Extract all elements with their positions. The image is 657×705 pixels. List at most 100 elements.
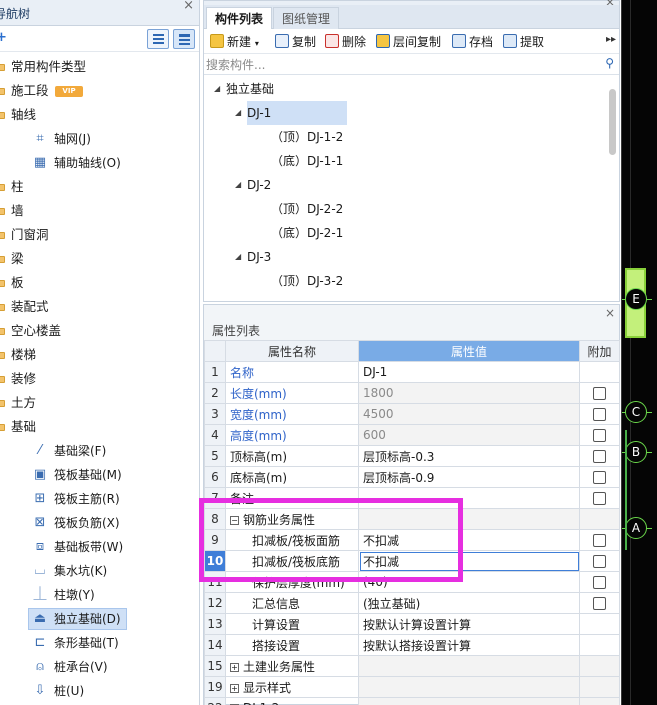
property-row[interactable]: 10 扣减板/筏板底筋 不扣减 <box>204 550 620 572</box>
property-value[interactable]: DJ-1 <box>358 361 580 383</box>
nav-item-pile[interactable]: ⇩ 桩(U) <box>0 680 199 702</box>
additional-checkbox[interactable] <box>593 534 606 547</box>
nav-category-9[interactable]: 空心楼盖 <box>0 320 199 342</box>
axis-c-label[interactable]: C <box>625 401 647 423</box>
property-value[interactable]: 层顶标高-0.3 <box>358 445 580 467</box>
property-row[interactable]: 3 宽度(mm) 4500 <box>204 403 620 425</box>
additional-checkbox[interactable] <box>593 576 606 589</box>
copy-button[interactable]: 复制 <box>275 34 316 50</box>
collapse-icon[interactable]: − <box>230 515 239 525</box>
property-row[interactable]: 2 长度(mm) 1800 <box>204 382 620 404</box>
property-value[interactable] <box>358 508 580 530</box>
nav-item-grid-axis[interactable]: ⌗ 轴网(J) <box>0 128 199 150</box>
property-row[interactable]: 13 计算设置 按默认计算设置计算 <box>204 613 620 635</box>
additional-checkbox[interactable] <box>593 429 606 442</box>
nav-item-aux-axis[interactable]: ▦ 辅助轴线(O) <box>0 152 199 174</box>
additional-checkbox[interactable] <box>593 471 606 484</box>
property-row[interactable]: 14 搭接设置 按默认搭接设置计算 <box>204 634 620 656</box>
property-row[interactable]: 6 底标高(m) 层顶标高-0.9 <box>204 466 620 488</box>
nav-item-pier[interactable]: ⏊ 柱墩(Y) <box>0 584 199 606</box>
nav-category-3[interactable]: 柱 <box>0 176 199 198</box>
property-value[interactable] <box>358 655 580 677</box>
property-row[interactable]: 9 扣减板/筏板面筋 不扣减 <box>204 529 620 551</box>
tree-node[interactable]: （顶）DJ-3-2 <box>271 269 343 293</box>
expand-icon[interactable]: + <box>230 662 239 672</box>
nav-category-12[interactable]: 土方 <box>0 392 199 414</box>
more-icon[interactable]: ▸▸ <box>606 34 616 45</box>
axis-e-label[interactable]: E <box>625 288 647 310</box>
close-icon[interactable]: × <box>605 306 615 320</box>
tree-node[interactable]: （底）DJ-2-1 <box>271 221 343 245</box>
property-row[interactable]: 15 + 土建业务属性 <box>204 655 620 677</box>
additional-checkbox[interactable] <box>593 555 606 568</box>
nav-category-11[interactable]: 装修 <box>0 368 199 390</box>
property-row[interactable]: 7 备注 <box>204 487 620 509</box>
tree-node[interactable]: （底）DJ-1-1 <box>271 149 343 173</box>
additional-checkbox[interactable] <box>593 408 606 421</box>
extract-button[interactable]: 提取 <box>503 34 544 50</box>
search-input[interactable] <box>206 57 596 73</box>
tree-node[interactable]: ◢ DJ-1 <box>235 101 347 125</box>
property-value[interactable]: 层顶标高-0.9 <box>358 466 580 488</box>
nav-category-5[interactable]: 门窗洞 <box>0 224 199 246</box>
expand-arrow-icon[interactable]: ◢ <box>235 101 241 125</box>
tree-node[interactable]: ◢ DJ-2 <box>235 173 271 197</box>
nav-category-4[interactable]: 墙 <box>0 200 199 222</box>
tree-node[interactable]: （顶）DJ-1-2 <box>271 125 343 149</box>
delete-button[interactable]: 删除 <box>325 34 366 50</box>
property-row[interactable]: 19 + 显示样式 <box>204 676 620 698</box>
drawing-canvas[interactable]: E C B A <box>621 0 657 705</box>
search-icon[interactable]: ⚲ <box>605 56 614 70</box>
property-value[interactable]: (40) <box>358 571 580 593</box>
nav-category-13[interactable]: 基础 <box>0 416 199 438</box>
floor-copy-button[interactable]: 层间复制 <box>376 34 441 50</box>
nav-category-6[interactable]: 梁 <box>0 248 199 270</box>
expand-arrow-icon[interactable]: ◢ <box>214 77 220 101</box>
component-scrollbar[interactable] <box>609 89 616 155</box>
axis-b-label[interactable]: B <box>625 441 647 463</box>
additional-checkbox[interactable] <box>593 387 606 400</box>
property-value[interactable]: 按默认搭接设置计算 <box>358 634 580 656</box>
property-value[interactable]: 600 <box>358 424 580 446</box>
property-row[interactable]: 22−DJ-1-2 <box>204 697 620 705</box>
tab-drawing-management[interactable]: 图纸管理 <box>273 7 340 29</box>
tab-component-list[interactable]: 构件列表 <box>206 7 273 29</box>
tree-node[interactable]: （顶）DJ-2-2 <box>271 197 343 221</box>
property-value[interactable]: (独立基础) <box>358 592 580 614</box>
property-row[interactable]: 1 名称 DJ-1 <box>204 361 620 383</box>
expand-icon[interactable]: + <box>230 683 239 693</box>
archive-button[interactable]: 存档 <box>452 34 493 50</box>
property-value[interactable]: 不扣减 <box>358 550 580 572</box>
property-value[interactable] <box>358 487 580 509</box>
property-row[interactable]: 8− 钢筋业务属性 <box>204 508 620 530</box>
property-row[interactable]: 5 顶标高(m) 层顶标高-0.3 <box>204 445 620 467</box>
nav-category-1[interactable]: 施工段 VIP <box>0 80 199 102</box>
nav-item-strip[interactable]: ⧈ 基础板带(W) <box>0 536 199 558</box>
property-value[interactable]: 按默认计算设置计算 <box>358 613 580 635</box>
additional-checkbox[interactable] <box>593 492 606 505</box>
nav-category-7[interactable]: 板 <box>0 272 199 294</box>
detail-view-button[interactable] <box>173 29 195 49</box>
tree-node[interactable]: ◢ DJ-3 <box>235 245 271 269</box>
nav-item-strip-footing[interactable]: ⊏ 条形基础(T) <box>0 632 199 654</box>
nav-item-isolated-footing[interactable]: ⏏ 独立基础(D) <box>0 608 199 630</box>
nav-category-8[interactable]: 装配式 <box>0 296 199 318</box>
nav-item-raft-main-rebar[interactable]: ⊞ 筏板主筋(R) <box>0 488 199 510</box>
nav-item-beam[interactable]: ⁄ 基础梁(F) <box>0 440 199 462</box>
new-button[interactable]: 新建 ▾ <box>210 34 259 50</box>
nav-item-raft[interactable]: ▣ 筏板基础(M) <box>0 464 199 486</box>
nav-item-pile-cap[interactable]: ⍝ 桩承台(V) <box>0 656 199 678</box>
additional-checkbox[interactable] <box>593 597 606 610</box>
property-row[interactable]: 4 高度(mm) 600 <box>204 424 620 446</box>
property-value[interactable] <box>358 697 580 705</box>
chevron-down-icon[interactable]: ▾ <box>255 39 259 48</box>
nav-item-sump[interactable]: ⌴ 集水坑(K) <box>0 560 199 582</box>
nav-item-raft-neg-rebar[interactable]: ⊠ 筏板负筋(X) <box>0 512 199 534</box>
tree-node[interactable]: ◢ 独立基础 <box>214 77 274 101</box>
property-value[interactable]: 1800 <box>358 382 580 404</box>
property-row[interactable]: 12 汇总信息 (独立基础) <box>204 592 620 614</box>
nav-category-2[interactable]: 轴线 <box>0 104 199 126</box>
expand-arrow-icon[interactable]: ◢ <box>235 173 241 197</box>
add-icon[interactable]: + <box>0 30 7 45</box>
nav-close-icon[interactable]: × <box>183 0 194 13</box>
